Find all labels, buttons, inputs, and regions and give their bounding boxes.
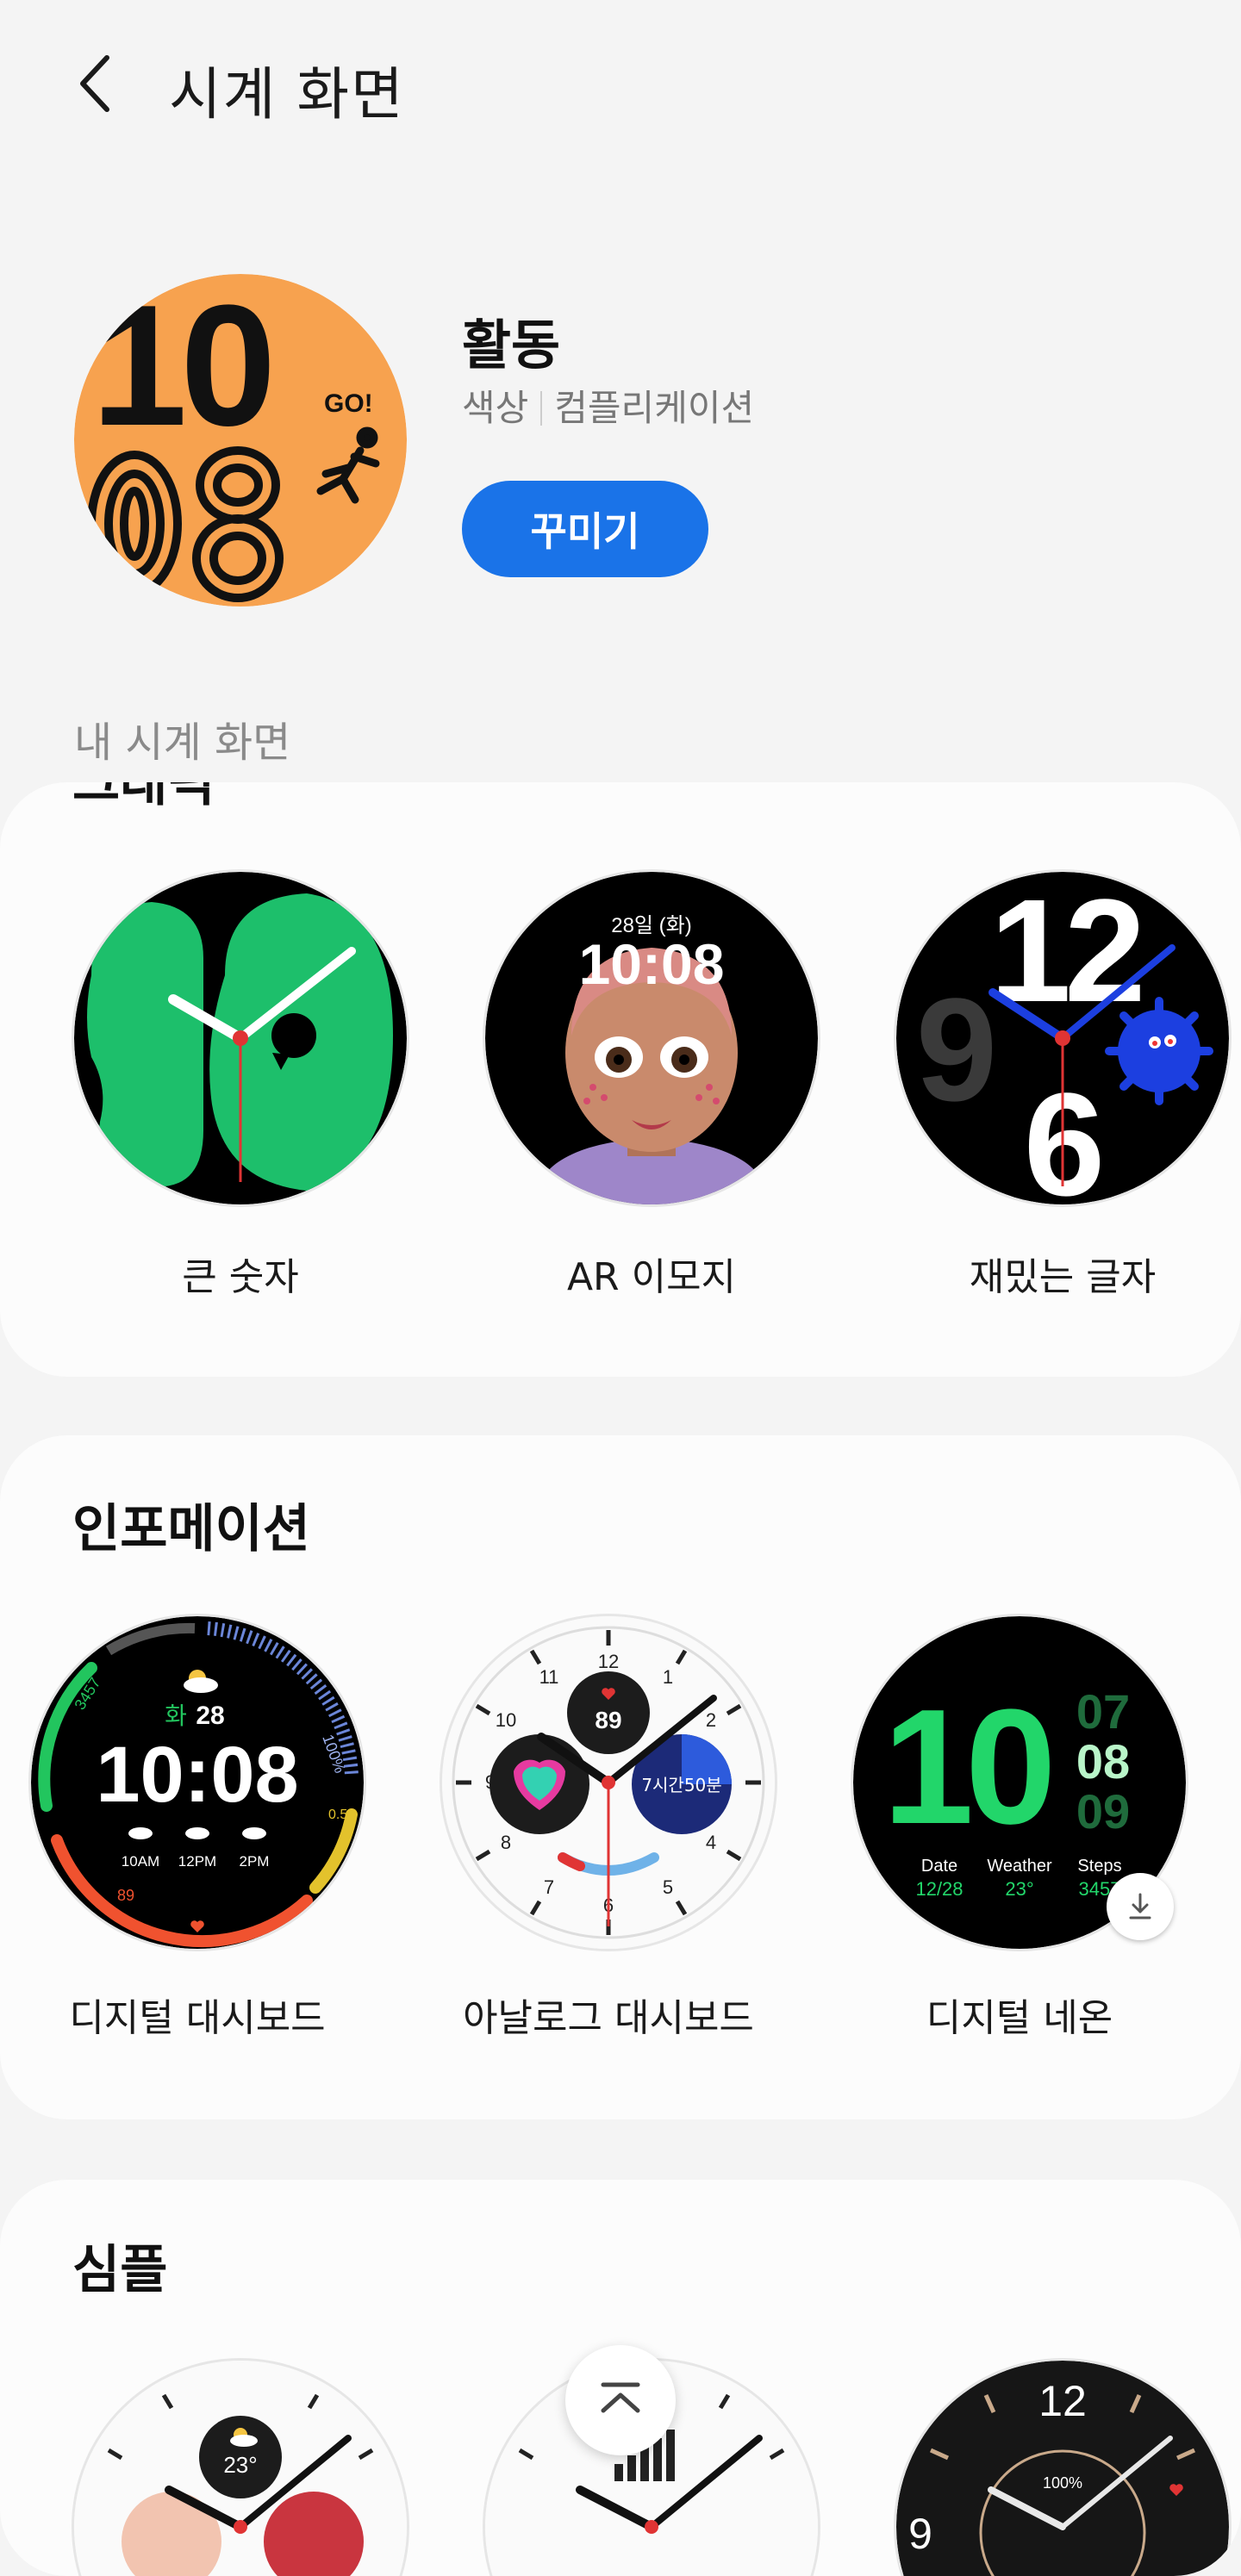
analog-sleep: 7시간50분: [641, 1775, 721, 1795]
chevron-left-icon: [80, 55, 109, 112]
fun-bottom: 6: [1024, 1063, 1106, 1204]
current-watch-face: 10 GO! 활동 색상 컴플리케이션 꾸미기: [0, 267, 1241, 629]
num-8: 8: [501, 1832, 511, 1853]
face-big-numbers[interactable]: [74, 872, 407, 1204]
face-label: 디지털 네온: [926, 1996, 1113, 2040]
num-5: 5: [663, 1876, 673, 1898]
current-face-subtitle: 색상 컴플리케이션: [462, 379, 754, 432]
dash-h2: 12PM: [178, 1853, 216, 1870]
color-link[interactable]: 색상: [462, 387, 528, 429]
neon-m3: 09: [1076, 1784, 1130, 1839]
neon-c3: Steps: [1077, 1857, 1121, 1876]
dash-uv: 0.5: [328, 1808, 347, 1822]
dash-heart-rate: 89: [117, 1887, 134, 1904]
section-title: 그래픽: [72, 782, 215, 813]
download-button[interactable]: [1107, 1873, 1174, 1940]
section-information: 인포메이션 3457 100% 0.5 89 화 28 10:08 10AM 1…: [0, 1435, 1241, 2119]
fun-left: 9: [916, 968, 998, 1132]
section-title: 인포메이션: [72, 1499, 310, 1559]
analog-hr: 89: [595, 1707, 621, 1733]
num-10: 10: [496, 1709, 516, 1731]
face-fun-letters[interactable]: 12 9 6: [896, 872, 1229, 1204]
dash-h3: 2PM: [240, 1853, 270, 1870]
section-graphic: 그래픽 큰 숫자 28일 (화) 10:08 AR 이모지 12 9 6 재밌는…: [0, 782, 1241, 1377]
my-faces-label: 내 시계 화면: [74, 719, 291, 767]
num-1: 1: [663, 1666, 673, 1688]
face-digital-dashboard[interactable]: 3457 100% 0.5 89 화 28 10:08 10AM 12PM 2P…: [31, 1616, 364, 1949]
face-simple-1[interactable]: 23°: [74, 2361, 407, 2576]
section-title: 심플: [72, 2240, 168, 2300]
divider: [540, 391, 543, 426]
neon-c2: Weather: [987, 1857, 1052, 1876]
face-label: 아날로그 대시보드: [463, 1996, 754, 2040]
num-7: 7: [544, 1876, 554, 1898]
dash-h1: 10AM: [122, 1853, 159, 1870]
neon-m1: 07: [1076, 1684, 1130, 1739]
face-label: AR 이모지: [566, 1255, 737, 1299]
neon-c1: Date: [921, 1857, 957, 1876]
current-face-preview[interactable]: 10 GO!: [74, 274, 407, 607]
simple-temp: 23°: [223, 2452, 257, 2478]
face-analog-dashboard[interactable]: 12 1 2 3 4 5 6 7 8 9 10 11 89 7시간50분: [442, 1616, 775, 1949]
num-2: 2: [706, 1709, 716, 1731]
face-label: 재밌는 글자: [969, 1255, 1157, 1299]
neon-hour: 10: [882, 1676, 1050, 1858]
face-label: 큰 숫자: [182, 1255, 299, 1299]
dash-time: 10:08: [96, 1731, 298, 1819]
neon-v1: 12/28: [915, 1878, 963, 1900]
dash-day: 화: [165, 1702, 187, 1730]
ar-time: 10:08: [579, 932, 725, 996]
simple-nine: 9: [908, 2510, 932, 2558]
dash-date: 28: [196, 1702, 224, 1730]
current-face-name: 활동: [462, 314, 561, 376]
scroll-to-top-icon: [601, 2382, 640, 2413]
complication-link[interactable]: 컴플리케이션: [554, 387, 754, 429]
download-icon: [1129, 1893, 1151, 1920]
simple-top: 12: [1038, 2377, 1087, 2425]
current-face-hour: 10: [91, 274, 270, 462]
blue-creature-icon: [1105, 997, 1213, 1105]
simple-batt: 100%: [1043, 2474, 1082, 2492]
num-12: 12: [598, 1651, 619, 1672]
face-simple-3[interactable]: 12 100% 9: [896, 2361, 1229, 2576]
customize-button[interactable]: 꾸미기: [462, 481, 708, 577]
face-ar-emoji[interactable]: 28일 (화) 10:08: [485, 872, 818, 1204]
num-11: 11: [539, 1666, 559, 1688]
app-header: 시계 화면: [0, 0, 1241, 172]
num-4: 4: [706, 1832, 716, 1853]
face-label: 디지털 대시보드: [69, 1996, 326, 2040]
neon-v2: 23°: [1005, 1878, 1033, 1900]
neon-m2: 08: [1076, 1734, 1130, 1789]
scroll-to-top-button[interactable]: [565, 2345, 676, 2455]
current-face-go: GO!: [324, 389, 373, 418]
back-button[interactable]: [60, 45, 129, 122]
page-title: 시계 화면: [169, 61, 405, 128]
